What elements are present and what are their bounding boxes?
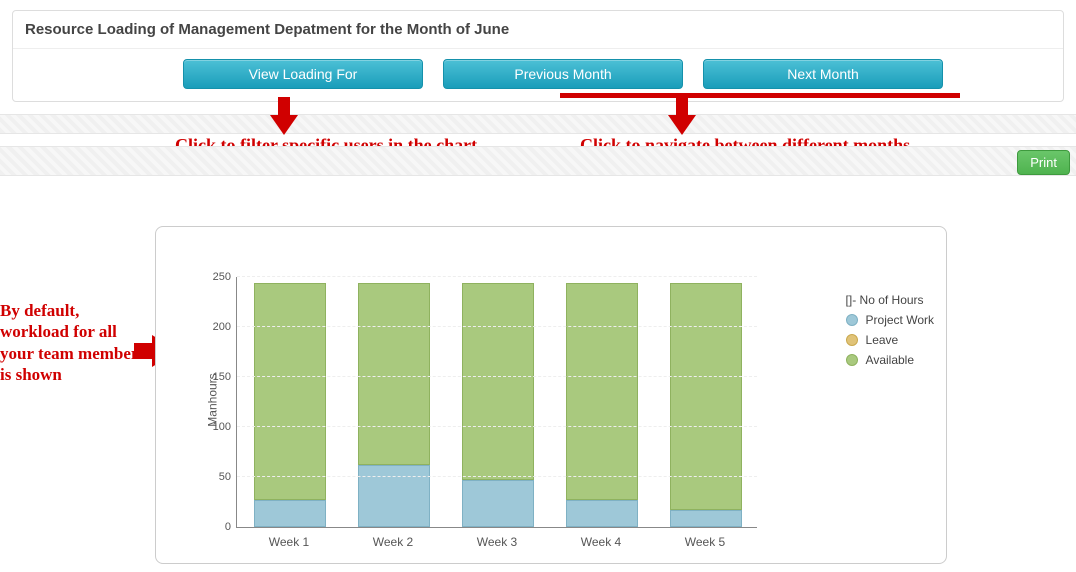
annotation-underline <box>560 93 960 98</box>
next-month-button[interactable]: Next Month <box>703 59 943 89</box>
chart-bar-segment-proj <box>254 500 326 527</box>
legend-label: Leave <box>866 333 899 347</box>
chart-bar: Week 5 <box>670 277 740 527</box>
annotation-arrow-icon <box>668 115 696 135</box>
view-loading-for-button[interactable]: View Loading For <box>183 59 423 89</box>
chart-x-tick: Week 2 <box>373 535 413 549</box>
chart-x-tick: Week 3 <box>477 535 517 549</box>
legend-swatch-leave-icon <box>846 334 858 346</box>
chart-bar-segment-proj <box>566 500 638 527</box>
legend-swatch-available-icon <box>846 354 858 366</box>
chart-bar-segment-proj <box>462 480 534 527</box>
chart-bar-segment-avail <box>566 283 638 500</box>
separator-bar <box>0 114 1076 134</box>
chart-bar: Week 3 <box>462 277 532 527</box>
chart-bar-segment-avail <box>254 283 326 500</box>
page-title: Resource Loading of Management Depatment… <box>13 11 1063 49</box>
chart-bar-segment-proj <box>670 510 742 527</box>
chart-x-tick: Week 5 <box>685 535 725 549</box>
chart-plot-area: Week 1Week 2Week 3Week 4Week 5 050100150… <box>236 277 757 528</box>
chart-bar-segment-avail <box>358 283 430 465</box>
chart-x-tick: Week 1 <box>269 535 309 549</box>
chart-bar: Week 1 <box>254 277 324 527</box>
chart-y-tick: 100 <box>213 421 237 433</box>
chart-y-tick: 150 <box>213 371 237 383</box>
chart-y-tick: 250 <box>213 271 237 283</box>
chart-bar-segment-avail <box>462 283 534 480</box>
chart-legend: []- No of Hours Project Work Leave Avail… <box>846 287 934 373</box>
chart-y-tick: 50 <box>219 471 237 483</box>
legend-label: Available <box>866 353 914 367</box>
previous-month-button[interactable]: Previous Month <box>443 59 683 89</box>
annotation-default-text: By default, workload for all your team m… <box>0 300 150 385</box>
toolbar-bar: Print <box>0 146 1076 176</box>
legend-swatch-project-icon <box>846 314 858 326</box>
chart-card: Manhours Week 1Week 2Week 3Week 4Week 5 … <box>155 226 947 564</box>
annotation-arrow-icon <box>270 115 298 135</box>
header-panel: Resource Loading of Management Depatment… <box>12 10 1064 102</box>
print-button[interactable]: Print <box>1017 150 1070 175</box>
legend-title: []- No of Hours <box>846 293 924 307</box>
chart-x-tick: Week 4 <box>581 535 621 549</box>
chart-y-tick: 200 <box>213 321 237 333</box>
chart-y-tick: 0 <box>225 521 237 533</box>
chart-bar: Week 4 <box>566 277 636 527</box>
chart-bar: Week 2 <box>358 277 428 527</box>
legend-label: Project Work <box>866 313 934 327</box>
chart-bar-segment-proj <box>358 465 430 527</box>
